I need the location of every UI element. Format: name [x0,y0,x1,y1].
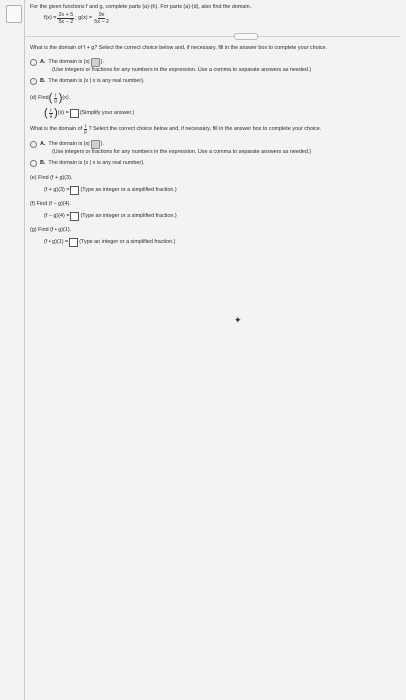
part-e-hint: (Type an integer or a simplified fractio… [80,187,177,193]
f-over-g-fraction-lhs: f g [49,108,53,118]
q2-option-b-text: The domain is {x | x is any real number}… [48,160,145,166]
part-d-arg: (x). [62,95,71,101]
part-d-prompt: (d) Find ( f g ) (x). [30,92,71,104]
part-d-label: (d) Find [30,95,49,101]
g-numerator: 9x [97,12,106,19]
q1-option-a[interactable]: A. The domain is {x| }. [30,58,400,67]
part-f-answer-input[interactable] [70,212,80,221]
part-e-lhs: (f + g)(3) = [44,187,70,193]
mouse-cursor-icon: ✦ [234,315,242,325]
q2-radio-a[interactable] [30,141,37,148]
part-d-hint: (Simplify your answer.) [79,110,135,116]
section-divider [24,31,400,41]
f-fraction: 2x + 5 5x − 2 [57,12,75,25]
back-arrow-icon[interactable] [6,5,22,23]
q2-option-a-hint: (Use integers or fractions for any numbe… [52,149,312,155]
part-e-answer-input[interactable] [70,186,80,195]
q1-domain-input[interactable] [90,58,100,67]
part-g-answer-input[interactable] [69,238,79,247]
q2-option-a[interactable]: A. The domain is {x| }. [30,140,400,149]
q1-option-b-text: The domain is {x | x is any real number}… [48,78,145,84]
part-d-lhs: (x) = [57,110,69,116]
g-denominator: 5x − 2 [94,19,110,25]
q1-option-a-text: The domain is {x| [48,59,90,65]
q2-option-a-close: }. [100,141,104,147]
part-g-label: (g) Find (f • g)(1). [30,227,72,233]
part-g-answer-row: (f • g)(1) = (Type an integer or a simpl… [30,238,400,247]
question-page: For the given functions f and g, complet… [0,0,406,700]
part-d-answer-input[interactable] [69,109,79,118]
f-denominator: 5x − 2 [58,19,74,25]
q1-option-b-letter: B. [40,78,46,84]
part-e-answer-row: (f + g)(3) = (Type an integer or a simpl… [30,186,400,195]
question-content: For the given functions f and g, complet… [24,4,400,247]
f-numerator: 2x + 5 [57,12,75,19]
quotient-suffix: ? Select the correct choice below and, i… [88,126,322,132]
part-f-label: (f) Find (f − g)(4). [30,201,71,207]
intro-text: For the given functions f and g, complet… [30,4,252,10]
quotient-fraction: f g [83,124,87,134]
part-g-hint: (Type an integer or a simplified fractio… [79,239,176,245]
q1-radio-b[interactable] [30,78,37,85]
left-divider [24,0,25,700]
f-over-g-fraction: f g [53,93,58,103]
q2-option-a-text: The domain is {x| [48,141,90,147]
q1-option-a-close: }. [100,59,104,65]
q2-option-b[interactable]: B. The domain is {x | x is any real numb… [30,160,400,167]
part-e-label: (e) Find (f + g)(3). [30,175,73,181]
expand-handle[interactable] [234,33,258,40]
part-f-lhs: (f − g)(4) = [44,213,70,219]
q1-option-a-hint: (Use integers or fractions for any numbe… [52,67,312,73]
q2-option-a-letter: A. [40,141,46,147]
quotient-prefix: What is the domain of [30,126,83,132]
g-fraction: 9x 5x − 2 [93,12,110,25]
q2-radio-b[interactable] [30,160,37,167]
q1-option-a-letter: A. [40,59,46,65]
f-label: f(x) = [44,15,57,21]
part-f-hint: (Type an integer or a simplified fractio… [80,213,177,219]
part-d-answer-row: ( f g ) (x) = (Simplify your answer.) [44,107,135,119]
question-domain-sum: What is the domain of f + g? Select the … [30,45,327,51]
function-definitions: f(x) = 2x + 5 5x − 2 ; g(x) = 9x 5x − 2 [30,12,400,25]
g-label: ; g(x) = [75,15,93,21]
q2-domain-input[interactable] [90,140,100,149]
q1-option-b[interactable]: B. The domain is {x | x is any real numb… [30,78,400,85]
question-domain-quotient: What is the domain of f g ? Select the c… [30,124,400,134]
part-g-lhs: (f • g)(1) = [44,239,69,245]
q1-radio-a[interactable] [30,59,37,66]
part-f-answer-row: (f − g)(4) = (Type an integer or a simpl… [30,212,400,221]
q2-option-b-letter: B. [40,160,46,166]
